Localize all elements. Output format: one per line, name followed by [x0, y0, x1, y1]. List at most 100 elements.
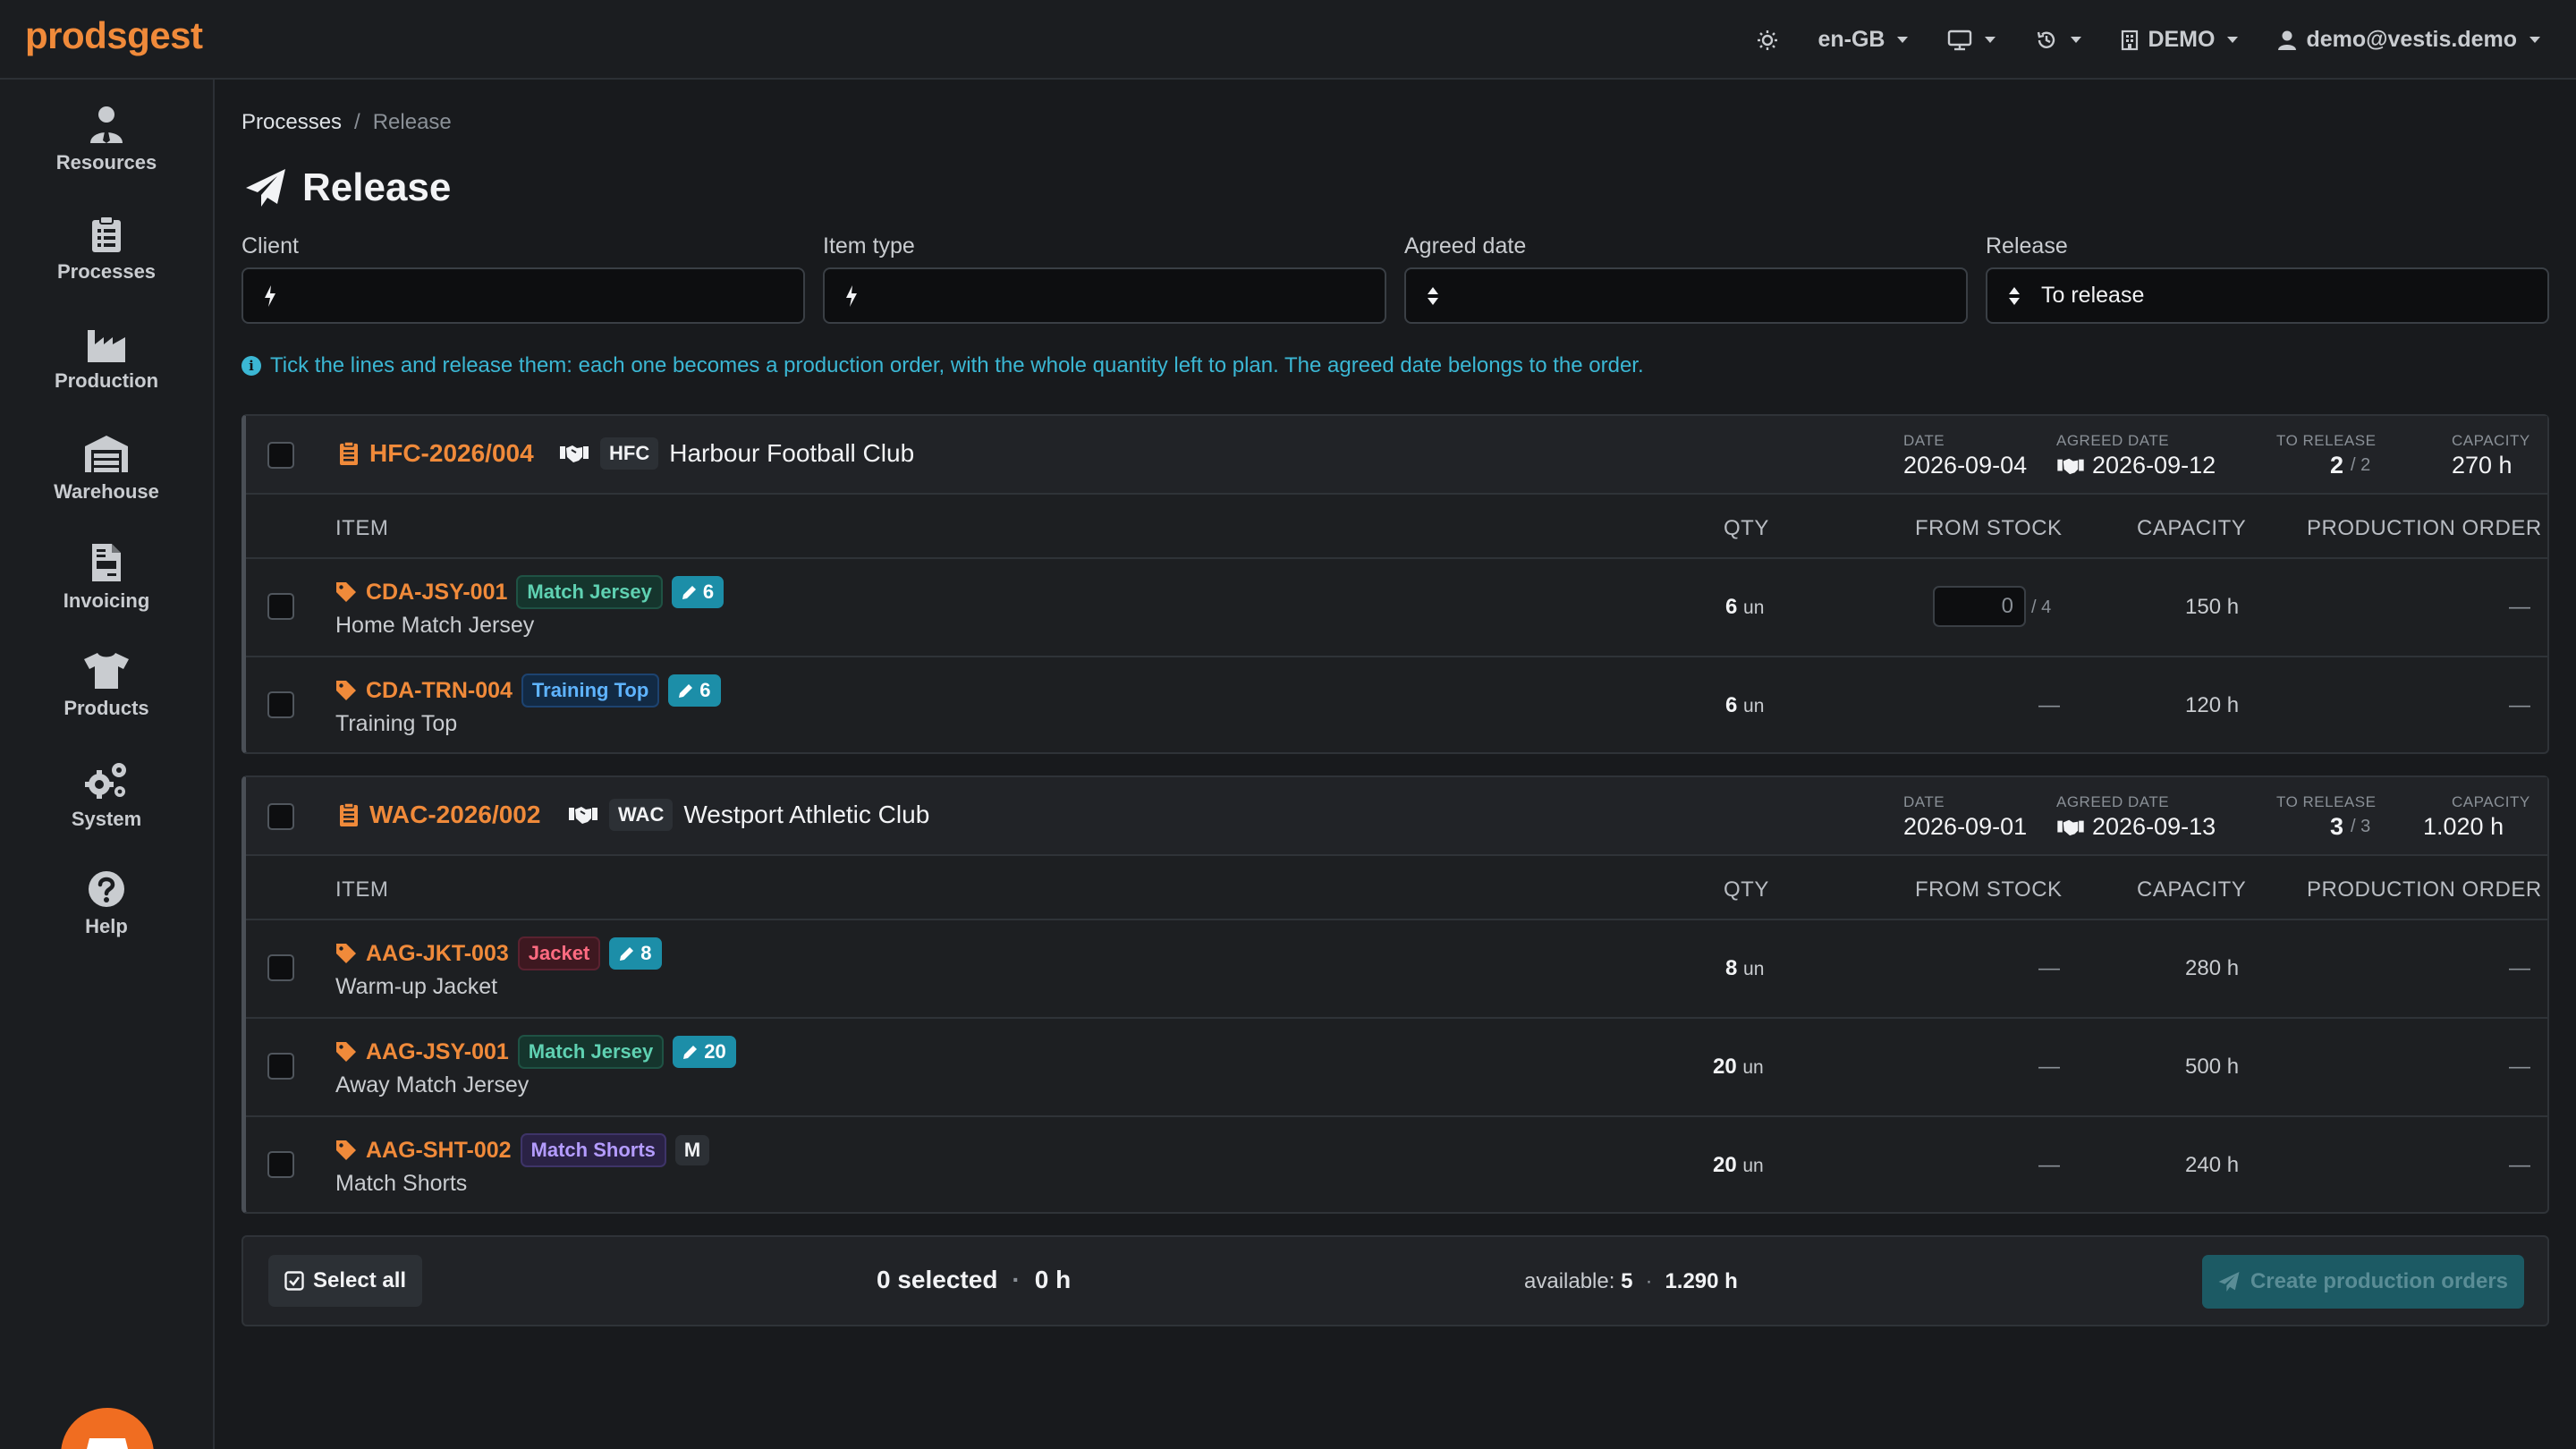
company-dropdown[interactable]: DEMO — [2121, 27, 2239, 53]
table-row: CDA-TRN-004 Training Top 6 Training Top … — [246, 656, 2547, 754]
tag-icon — [336, 944, 356, 963]
top-bar: prodsgest en-GB DEMO demo@vestis.demo — [0, 0, 2576, 80]
line-qty: 6 un — [1725, 595, 1764, 620]
column-header-item: ITEM — [335, 516, 389, 540]
from-stock-input[interactable]: 0 — [1933, 586, 2026, 627]
column-header-capacity: CAPACITY — [2137, 516, 2247, 540]
sku-link[interactable]: AAG-JSY-001 — [366, 1039, 509, 1065]
sidebar-item-label: Warehouse — [54, 480, 159, 503]
sidebar-item-products[interactable]: Products — [0, 652, 213, 720]
sku-link[interactable]: AAG-SHT-002 — [366, 1138, 512, 1164]
line-capacity: 150 h — [2185, 595, 2240, 619]
line-item: AAG-JKT-003 Jacket 8 — [335, 936, 662, 970]
language-dropdown[interactable]: en-GB — [1818, 27, 1909, 53]
qty-value: 20 — [1713, 1153, 1737, 1177]
line-checkbox[interactable] — [267, 691, 294, 718]
store-fab-button[interactable] — [61, 1408, 154, 1449]
select-all-button[interactable]: Select all — [268, 1255, 423, 1307]
history-dropdown[interactable] — [2035, 29, 2082, 52]
user-tie-icon — [90, 106, 123, 143]
sidebar-item-processes[interactable]: Processes — [0, 216, 213, 284]
size-badge-value: 8 — [640, 942, 652, 964]
size-badge: 6 — [671, 576, 724, 608]
paper-plane-icon — [246, 169, 285, 207]
sidebar-item-invoicing[interactable]: Invoicing — [0, 543, 213, 613]
separator-dot: · — [1012, 1266, 1021, 1293]
sidebar-item-system[interactable]: System — [0, 759, 213, 831]
sun-icon — [1758, 30, 1778, 50]
order-card: HFC-2026/004 HFC Harbour Football Club D… — [242, 414, 2549, 754]
column-header-production-order: PRODUCTION ORDER — [2307, 877, 2542, 902]
order-date: DATE 2026-09-01 — [1903, 793, 2027, 841]
sku-link[interactable]: CDA-TRN-004 — [366, 678, 513, 704]
info-icon: i — [242, 356, 261, 376]
handshake-icon — [2057, 458, 2084, 474]
chevron-down-icon — [2227, 37, 2239, 43]
line-item: AAG-JSY-001 Match Jersey 20 — [335, 1035, 736, 1069]
line-checkbox[interactable] — [267, 1053, 294, 1080]
available-summary: available: 5 · 1.290 h — [1524, 1269, 1738, 1294]
client-code-badge: WAC — [609, 799, 674, 831]
release-filter[interactable]: To release — [1986, 267, 2549, 324]
tag-icon — [336, 1140, 356, 1160]
tag-icon — [336, 1042, 356, 1062]
qty-unit: un — [1743, 696, 1765, 716]
size-badge: 20 — [673, 1036, 736, 1068]
item-type-badge: Match Shorts — [520, 1133, 666, 1167]
line-checkbox[interactable] — [267, 954, 294, 981]
agreed-date-filter[interactable] — [1404, 267, 1968, 324]
chevron-down-icon — [2529, 37, 2540, 43]
breadcrumb-processes-link[interactable]: Processes — [242, 110, 342, 135]
create-button-label: Create production orders — [2250, 1269, 2508, 1293]
stat-label: TO RELEASE — [2276, 793, 2377, 810]
sidebar-item-help[interactable]: Help — [0, 870, 213, 938]
line-description: Warm-up Jacket — [335, 974, 498, 999]
order-checkbox[interactable] — [267, 442, 294, 469]
display-dropdown[interactable] — [1947, 30, 1996, 51]
production-order-value: — — [2509, 1055, 2530, 1079]
column-header-from-stock: FROM STOCK — [1915, 877, 2063, 902]
create-production-orders-button[interactable]: Create production orders — [2201, 1255, 2524, 1309]
size-badge: 6 — [668, 674, 721, 707]
to-release-total: / 2 — [2351, 455, 2371, 475]
sku-link[interactable]: CDA-JSY-001 — [366, 580, 507, 606]
brand-logo[interactable]: prodsgest — [25, 14, 203, 57]
language-label: en-GB — [1818, 27, 1885, 52]
sku-link[interactable]: AAG-JKT-003 — [366, 941, 509, 967]
selected-summary: 0 selected · 0 h — [877, 1266, 1071, 1294]
production-order-value: — — [2509, 693, 2530, 717]
sidebar-item-label: Help — [85, 915, 128, 937]
line-checkbox[interactable] — [267, 1151, 294, 1178]
item-type-filter[interactable] — [823, 267, 1386, 324]
page-title-text: Release — [302, 165, 452, 209]
line-qty: 8 un — [1725, 956, 1764, 981]
order-to-release: TO RELEASE 3 / 3 — [2276, 793, 2376, 841]
sidebar-item-warehouse[interactable]: Warehouse — [0, 434, 213, 504]
line-checkbox[interactable] — [267, 593, 294, 620]
client-code-badge: HFC — [600, 437, 659, 470]
industry-icon — [88, 330, 125, 362]
order-capacity: CAPACITY 270 h — [2452, 432, 2530, 479]
theme-toggle[interactable] — [1757, 30, 1778, 51]
order-code-link[interactable]: HFC-2026/004 — [339, 439, 534, 468]
qty-value: 6 — [1725, 595, 1738, 619]
order-checkbox[interactable] — [267, 803, 294, 830]
client-filter[interactable] — [242, 267, 805, 324]
sidebar-item-resources[interactable]: Resources — [0, 105, 213, 174]
sidebar-item-production[interactable]: Production — [0, 328, 213, 393]
chevron-down-icon — [1985, 37, 1996, 43]
user-dropdown[interactable]: demo@vestis.demo — [2277, 27, 2540, 53]
separator-dot: · — [1645, 1269, 1653, 1293]
page-title: Release — [245, 165, 451, 210]
selected-count: 0 selected — [877, 1266, 998, 1293]
order-code-link[interactable]: WAC-2026/002 — [339, 801, 540, 829]
stat-label: DATE — [1903, 793, 1945, 810]
user-email: demo@vestis.demo — [2306, 27, 2517, 52]
pencil-icon — [679, 684, 693, 698]
line-capacity: 500 h — [2185, 1055, 2240, 1079]
size-badge: 8 — [609, 937, 662, 970]
sidebar-item-label: Invoicing — [63, 589, 150, 612]
top-nav: en-GB DEMO demo@vestis.demo — [1757, 0, 2540, 80]
line-qty: 6 un — [1725, 693, 1764, 718]
info-message: i Tick the lines and release them: each … — [242, 353, 1644, 378]
